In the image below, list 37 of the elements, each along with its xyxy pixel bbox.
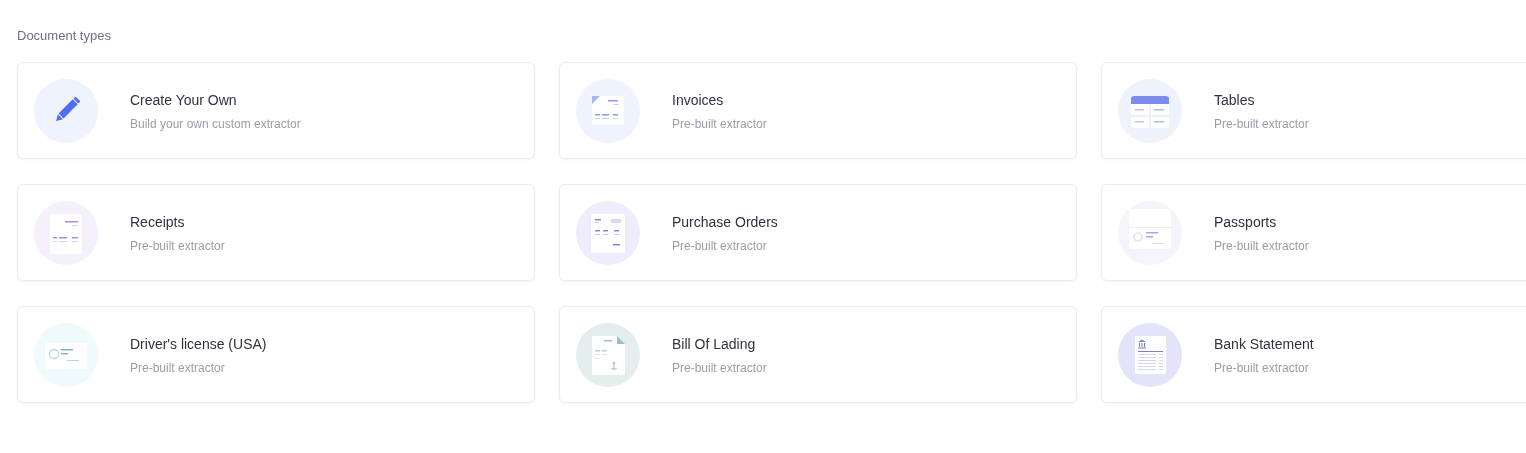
card-subtitle: Pre-built extractor (130, 359, 226, 376)
document-type-card[interactable]: Bill Of Lading Pre-built extractor (559, 306, 1077, 403)
document-type-card[interactable]: Invoices Pre-built extractor (559, 62, 1077, 159)
card-title: Purchase Orders (672, 212, 778, 232)
document-type-card[interactable]: Create Your Own Build your own custom extractor (17, 62, 535, 159)
bank-statement-icon (1118, 322, 1182, 387)
card-title: Receipts (130, 212, 186, 232)
document-type-card[interactable]: Passports Pre-built extractor (1101, 184, 1526, 281)
card-title: Create Your Own (130, 90, 238, 110)
card-subtitle: Pre-built extractor (1214, 359, 1310, 376)
card-subtitle: Pre-built extractor (1214, 237, 1309, 254)
card-title: Bank Statement (1214, 334, 1314, 354)
card-subtitle: Pre-built extractor (672, 237, 768, 254)
pencil-icon (34, 78, 98, 143)
card-title: Driver's license (USA) (130, 334, 267, 354)
card-subtitle: Pre-built extractor (1214, 115, 1309, 132)
card-subtitle: Build your own custom extractor (130, 115, 301, 132)
passport-icon (1118, 200, 1182, 265)
card-subtitle: Pre-built extractor (672, 115, 767, 132)
document-type-card[interactable]: Tables Pre-built extractor (1101, 62, 1526, 159)
purchase-order-icon (576, 200, 640, 265)
section-heading: Document types (17, 28, 112, 44)
card-subtitle: Pre-built extractor (672, 359, 767, 376)
card-title: Passports (1214, 212, 1278, 232)
document-type-card[interactable]: Receipts Pre-built extractor (17, 184, 535, 281)
card-title: Tables (1214, 90, 1256, 110)
document-type-card[interactable]: Driver's license (USA) Pre-built extractor (17, 306, 535, 403)
id-card-icon (34, 322, 98, 387)
card-title: Bill Of Lading (672, 334, 757, 354)
card-subtitle: Pre-built extractor (130, 237, 225, 254)
document-type-card[interactable]: Bank Statement Pre-built extractor (1101, 306, 1526, 403)
document-type-card[interactable]: Purchase Orders Pre-built extractor (559, 184, 1077, 281)
document-anchor-icon (576, 322, 640, 387)
receipt-icon (34, 200, 98, 265)
invoice-icon (576, 78, 640, 143)
table-icon (1118, 78, 1182, 143)
card-title: Invoices (672, 90, 725, 110)
